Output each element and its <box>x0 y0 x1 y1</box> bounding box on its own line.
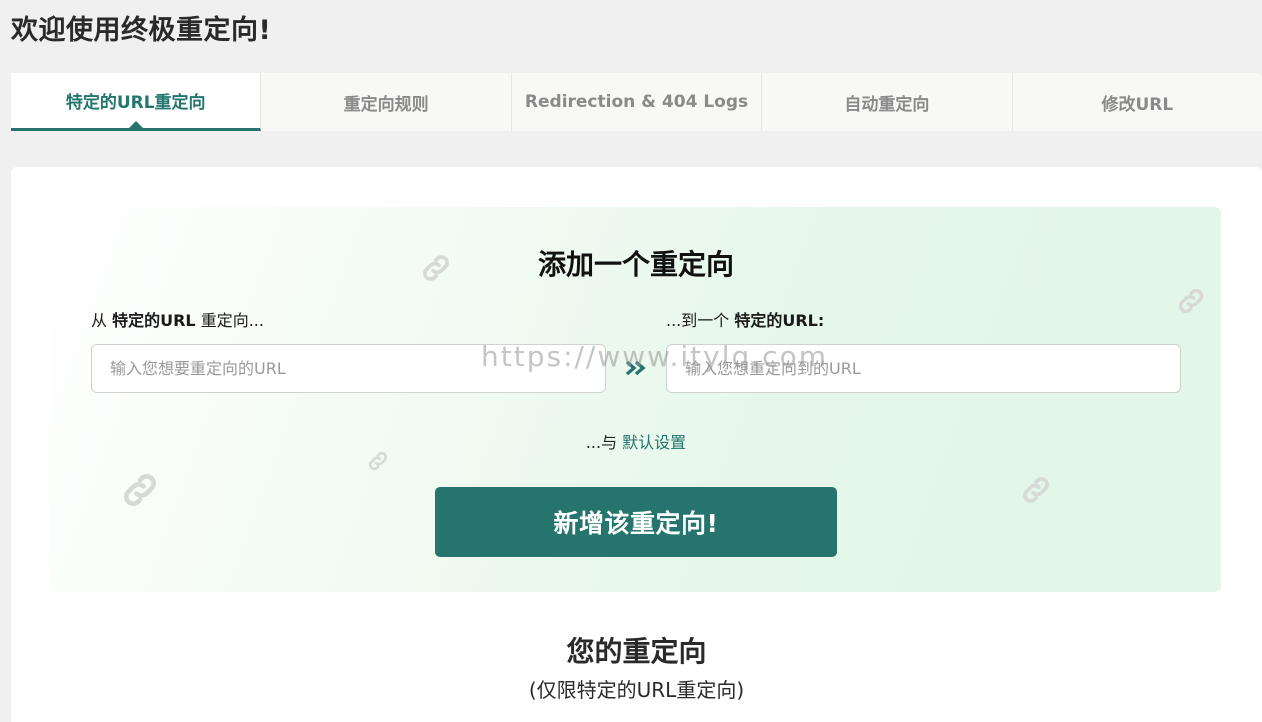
to-label-bold: 特定的URL: <box>734 311 825 330</box>
tab-bar: 特定的URL重定向 重定向规则 Redirection & 404 Logs 自… <box>11 73 1262 131</box>
add-redirect-card: 添加一个重定向 从 特定的URL 重定向... ...到一个 特定的URL: .… <box>51 207 1221 592</box>
tab-redirect-rules[interactable]: 重定向规则 <box>261 73 512 131</box>
to-url-label: ...到一个 特定的URL: <box>666 307 824 331</box>
add-redirect-button[interactable]: 新增该重定向! <box>435 487 837 557</box>
your-redirects-title: 您的重定向 <box>566 635 707 668</box>
from-label-prefix: 从 <box>91 311 113 330</box>
defaults-prefix: ...与 <box>585 433 623 452</box>
default-settings-line: ...与 默认设置 <box>51 429 1221 453</box>
double-chevron-right-icon <box>625 359 647 381</box>
from-label-suffix: 重定向... <box>195 311 264 330</box>
link-icon <box>1019 473 1053 507</box>
tab-redirection-404-logs[interactable]: Redirection & 404 Logs <box>512 73 763 131</box>
default-settings-link[interactable]: 默认设置 <box>622 433 686 452</box>
tab-auto-redirects[interactable]: 自动重定向 <box>762 73 1013 131</box>
to-url-input[interactable] <box>666 344 1181 393</box>
your-redirects-subtitle: (仅限特定的URL重定向) <box>528 678 745 702</box>
add-redirect-title: 添加一个重定向 <box>537 248 734 281</box>
tab-specific-url-redirects[interactable]: 特定的URL重定向 <box>11 73 262 131</box>
page-title: 欢迎使用终极重定向! <box>11 15 272 46</box>
tab-modify-url[interactable]: 修改URL <box>1013 73 1262 131</box>
from-url-label: 从 特定的URL 重定向... <box>91 307 264 331</box>
to-label-prefix: ...到一个 <box>666 311 735 330</box>
link-icon <box>119 469 161 511</box>
link-icon <box>1175 285 1207 317</box>
from-label-bold: 特定的URL <box>112 311 196 330</box>
from-url-input[interactable] <box>91 344 606 393</box>
main-panel: 添加一个重定向 从 特定的URL 重定向... ...到一个 特定的URL: .… <box>11 167 1262 722</box>
